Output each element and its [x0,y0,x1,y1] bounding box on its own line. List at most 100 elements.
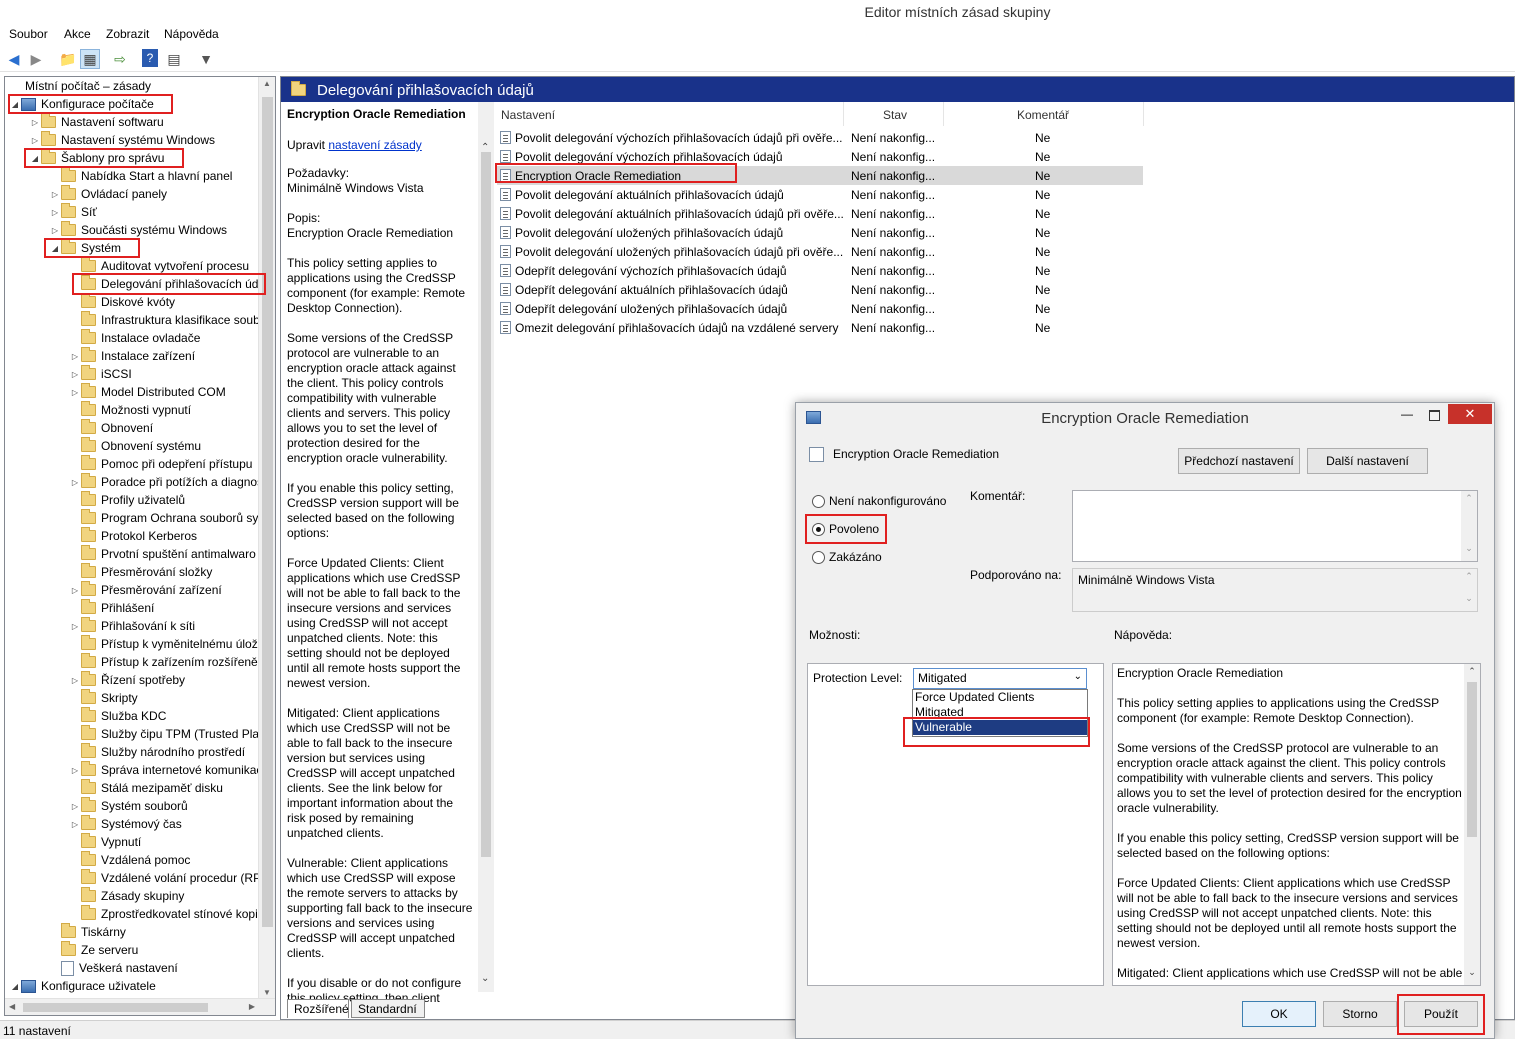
table-row[interactable]: Omezit delegování přihlašovacích údajů n… [497,318,1143,337]
tree-item[interactable]: ▷ iSCSI [69,365,132,383]
table-row[interactable]: Povolit delegování výchozích přihlašovac… [497,128,1143,147]
collapsed-arrow-icon[interactable]: ▷ [69,676,81,685]
collapsed-arrow-icon[interactable]: ▷ [69,586,81,595]
tab-standard[interactable]: Standardní [351,999,425,1018]
radio-disabled[interactable]: Zakázáno [812,550,882,564]
tree-root[interactable]: Místní počítač – zásady [9,77,151,95]
minimize-icon[interactable]: — [1396,407,1418,423]
tree-item[interactable]: Infrastruktura klasifikace soub [69,311,260,329]
supported-scrollbar[interactable]: ⌃ ⌄ [1461,569,1477,611]
collapsed-arrow-icon[interactable]: ▷ [69,352,81,361]
tree-item[interactable]: ▷ Model Distributed COM [69,383,226,401]
cancel-button[interactable]: Storno [1323,1001,1397,1027]
tree-item[interactable]: Stálá mezipaměť disku [69,779,223,797]
tree-item[interactable]: Veškerá nastavení [49,959,178,977]
tree-item[interactable]: ▷ Nastavení softwaru [29,113,164,131]
next-setting-button[interactable]: Další nastavení [1307,448,1428,474]
maximize-icon[interactable] [1424,407,1446,423]
comment-scrollbar[interactable]: ⌃ ⌄ [1461,491,1477,561]
tree-item[interactable]: Skripty [69,689,138,707]
tree-item[interactable]: ▷ Přihlašování k síti [69,617,195,635]
edit-policy-link[interactable]: nastavení zásady [328,138,421,152]
comment-textarea[interactable]: ⌃ ⌄ [1072,490,1478,562]
menu-help[interactable]: Nápověda [164,27,219,41]
tree-item[interactable]: ▷ Ovládací panely [49,185,167,203]
protection-level-select[interactable]: Mitigated ⌄ [913,668,1087,689]
tree-item[interactable]: ◢ Konfigurace uživatele [9,977,156,995]
tree-item[interactable]: ▷ Nastavení systému Windows [29,131,215,149]
tree-horizontal-scrollbar[interactable]: ◀ ▶ [5,998,275,1015]
table-row[interactable]: Povolit delegování uložených přihlašovac… [497,242,1143,261]
tree-item[interactable]: Přístup k zařízením rozšířeně [69,653,258,671]
tree-item[interactable]: ▷ Poradce při potížích a diagnos [69,473,263,491]
tab-extended[interactable]: Rozšířené [287,999,349,1018]
tree-item[interactable]: Prvotní spuštění antimalwaro [69,545,256,563]
tree-item[interactable]: Služba KDC [69,707,166,725]
collapsed-arrow-icon[interactable]: ▷ [69,820,81,829]
tree-item[interactable]: Instalace ovladače [69,329,200,347]
table-row[interactable]: Povolit delegování uložených přihlašovac… [497,223,1143,242]
tree-item[interactable]: Vypnutí [69,833,141,851]
option-force-updated-clients[interactable]: Force Updated Clients [913,690,1087,705]
menu-file[interactable]: Soubor [9,27,48,41]
help-icon[interactable]: ? [142,49,158,67]
collapsed-arrow-icon[interactable]: ▷ [29,136,41,145]
table-row[interactable]: Odepřít delegování aktuálních přihlašova… [497,280,1143,299]
tree-item[interactable]: ▷ Síť [49,203,97,221]
tree-item[interactable]: Zásady skupiny [69,887,184,905]
tree-item[interactable]: Zprostředkovatel stínové kopi [69,905,258,923]
table-row[interactable]: Povolit delegování aktuálních přihlašova… [497,204,1143,223]
tree-item[interactable]: Ze serveru [49,941,138,959]
collapsed-arrow-icon[interactable]: ▷ [69,766,81,775]
previous-setting-button[interactable]: Předchozí nastavení [1178,448,1300,474]
tree-item[interactable]: Přihlášení [69,599,154,617]
tree-item[interactable]: Pomoc při odepření přístupu [69,455,252,473]
collapsed-arrow-icon[interactable]: ▷ [49,190,61,199]
tree-item[interactable]: Přístup k vyměnitelnému úlož [69,635,258,653]
tree-item[interactable]: Služby národního prostředí [69,743,245,761]
radio-not-configured[interactable]: Není nakonfigurováno [812,494,946,508]
up-folder-icon[interactable]: 📁 [58,49,78,69]
forward-arrow-icon[interactable]: ▶ [26,49,46,69]
tree-item[interactable]: Profily uživatelů [69,491,185,509]
tree-item[interactable]: Možnosti vypnutí [69,401,191,419]
tree-item[interactable]: ▷ Správa internetové komunikac [69,761,262,779]
show-hide-tree-icon[interactable]: ▦ [80,49,100,69]
collapsed-arrow-icon[interactable]: ▷ [69,478,81,487]
collapsed-arrow-icon[interactable]: ▷ [49,208,61,217]
table-row[interactable]: Povolit delegování aktuálních přihlašova… [497,185,1143,204]
collapsed-arrow-icon[interactable]: ▷ [49,226,61,235]
collapsed-arrow-icon[interactable]: ▷ [69,370,81,379]
collapsed-arrow-icon[interactable]: ▷ [69,802,81,811]
back-arrow-icon[interactable]: ◀ [4,49,24,69]
export-list-icon[interactable]: ⇨ [110,49,130,69]
tree-item[interactable]: Přesměrování složky [69,563,212,581]
filter-icon[interactable]: ▼ [196,49,216,69]
collapsed-arrow-icon[interactable]: ▷ [69,622,81,631]
table-row[interactable]: Odepřít delegování výchozích přihlašovac… [497,261,1143,280]
tree-vertical-scrollbar[interactable]: ▲ ▼ [258,77,275,999]
tree-item[interactable]: ▷ Systémový čas [69,815,182,833]
help-scrollbar[interactable]: ⌃ ⌄ [1464,664,1480,985]
tree-item[interactable]: Vzdálená pomoc [69,851,190,869]
collapsed-arrow-icon[interactable]: ▷ [29,118,41,127]
tree-item[interactable]: Protokol Kerberos [69,527,197,545]
tree-item[interactable]: Diskové kvóty [69,293,175,311]
menu-action[interactable]: Akce [64,27,91,41]
menu-view[interactable]: Zobrazit [106,27,149,41]
tree-item[interactable]: ▷ Řízení spotřeby [69,671,185,689]
tree-item[interactable]: Tiskárny [49,923,126,941]
tree-item[interactable]: ▷ Součásti systému Windows [49,221,227,239]
ok-button[interactable]: OK [1242,1001,1316,1027]
close-icon[interactable]: ✕ [1448,404,1492,424]
tree-item[interactable]: Nabídka Start a hlavní panel [49,167,232,185]
properties-icon[interactable]: ▤ [164,49,184,69]
expanded-arrow-icon[interactable]: ◢ [9,982,21,991]
tree-item[interactable]: ▷ Systém souborů [69,797,188,815]
tree-item[interactable]: Služby čipu TPM (Trusted Plat [69,725,262,743]
tree-item[interactable]: Obnovení systému [69,437,201,455]
tree-item[interactable]: ▷ Přesměrování zařízení [69,581,222,599]
tree-item[interactable]: Vzdálené volání procedur (RP [69,869,261,887]
tree-item[interactable]: Obnovení [69,419,153,437]
tree-item[interactable]: ▷ Instalace zařízení [69,347,195,365]
